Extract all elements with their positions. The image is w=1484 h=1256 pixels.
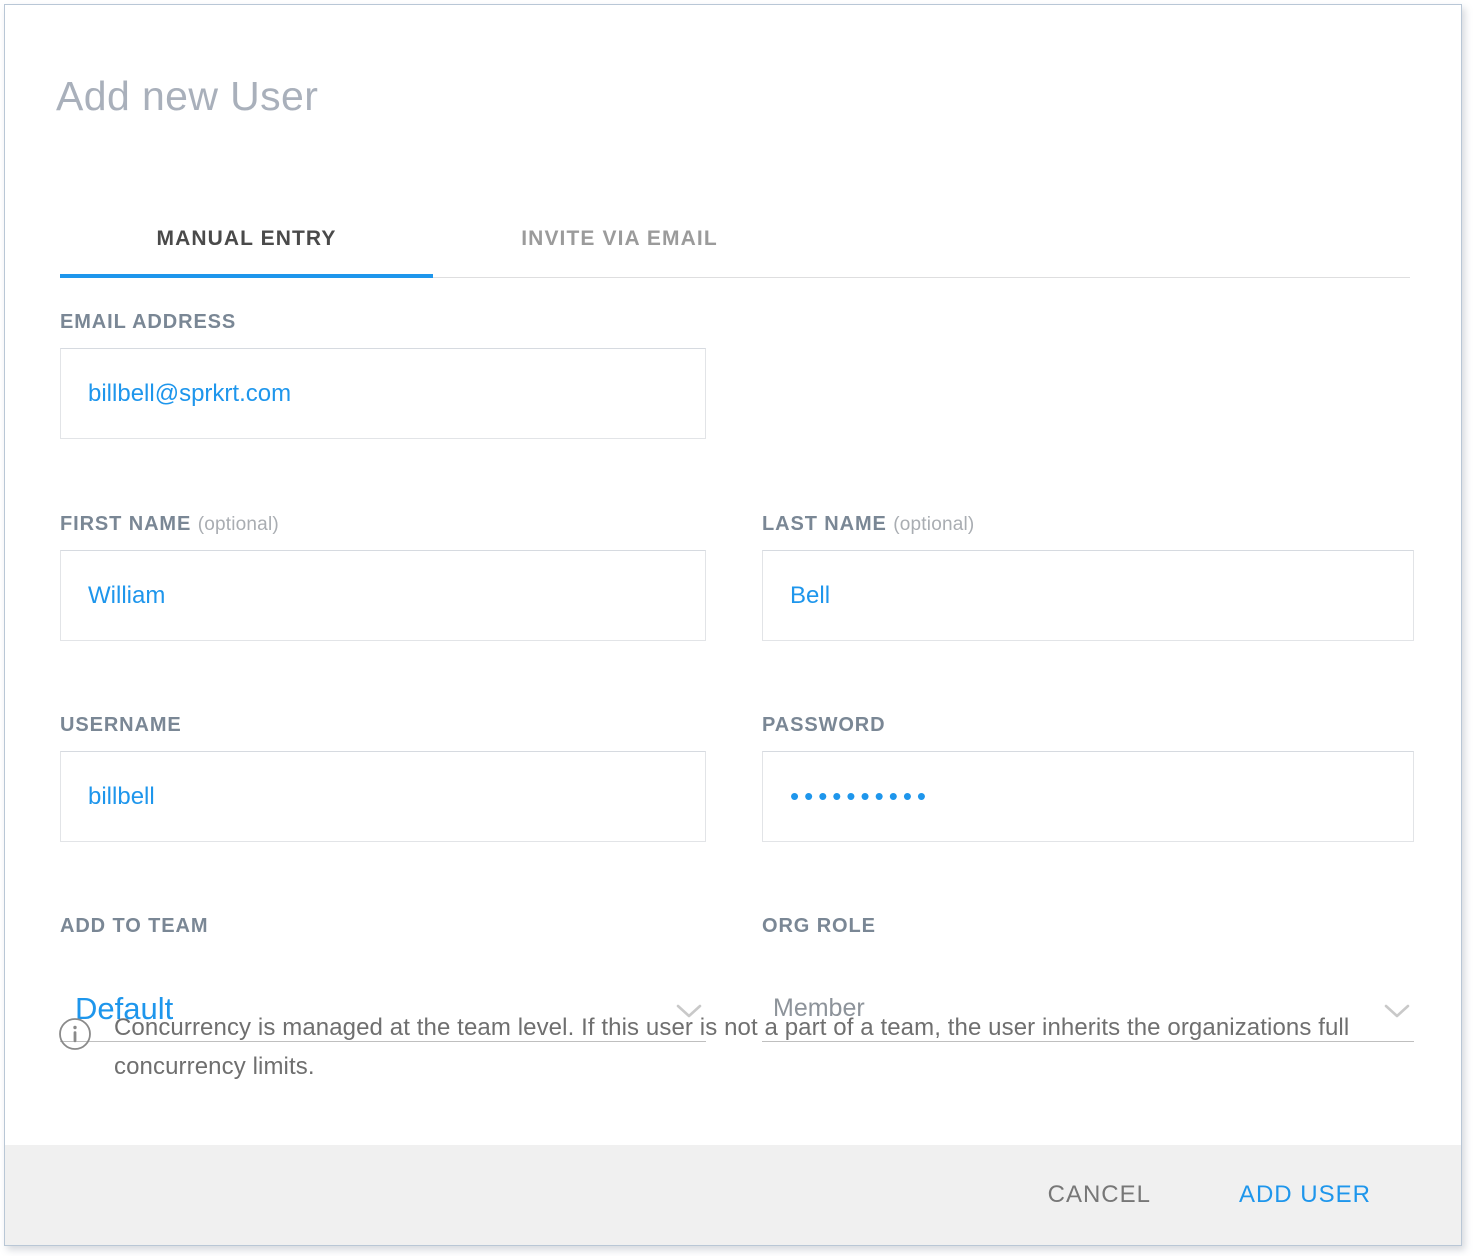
cancel-button[interactable]: CANCEL: [1042, 1171, 1157, 1219]
password-label: PASSWORD: [762, 714, 1414, 737]
last-name-field-group: LAST NAME (optional): [762, 513, 1414, 641]
spacer: [60, 439, 1414, 513]
tab-bar: MANUAL ENTRY INVITE VIA EMAIL: [60, 213, 1410, 281]
first-name-field-group: FIRST NAME (optional): [60, 513, 762, 641]
tab-invite-via-email[interactable]: INVITE VIA EMAIL: [433, 213, 806, 277]
email-input[interactable]: [60, 348, 706, 439]
username-input[interactable]: [60, 751, 706, 842]
spacer: [60, 842, 1414, 915]
last-name-label-text: LAST NAME: [762, 513, 887, 535]
name-row: FIRST NAME (optional) LAST NAME (optiona…: [60, 513, 1414, 641]
add-user-dialog: Add new User MANUAL ENTRY INVITE VIA EMA…: [4, 4, 1462, 1246]
password-input[interactable]: [762, 751, 1414, 842]
dialog-footer: CANCEL ADD USER: [5, 1145, 1461, 1245]
add-user-button[interactable]: ADD USER: [1233, 1171, 1377, 1219]
tab-manual-entry[interactable]: MANUAL ENTRY: [60, 213, 433, 277]
add-user-form: EMAIL ADDRESS FIRST NAME (optional) LAST…: [60, 311, 1414, 1042]
spacer: [60, 641, 1414, 714]
last-name-input[interactable]: [762, 550, 1414, 641]
username-label: USERNAME: [60, 714, 706, 737]
email-label: EMAIL ADDRESS: [60, 311, 706, 334]
email-field-group: EMAIL ADDRESS: [60, 311, 706, 439]
credentials-row: USERNAME PASSWORD: [60, 714, 1414, 842]
concurrency-info-text: Concurrency is managed at the team level…: [114, 1008, 1368, 1086]
email-row: EMAIL ADDRESS: [60, 311, 1414, 439]
dialog-body: Add new User MANUAL ENTRY INVITE VIA EMA…: [5, 5, 1461, 1145]
username-field-group: USERNAME: [60, 714, 762, 842]
chevron-down-icon: [1384, 1003, 1410, 1019]
add-to-team-label: ADD TO TEAM: [60, 915, 706, 938]
active-tab-indicator: [60, 274, 433, 278]
first-name-input[interactable]: [60, 550, 706, 641]
first-name-optional-tag: (optional): [198, 514, 279, 535]
last-name-optional-tag: (optional): [893, 514, 974, 535]
first-name-label: FIRST NAME (optional): [60, 513, 706, 536]
last-name-label: LAST NAME (optional): [762, 513, 1414, 536]
concurrency-info-note: Concurrency is managed at the team level…: [58, 1008, 1368, 1086]
password-field-group: PASSWORD: [762, 714, 1414, 842]
first-name-label-text: FIRST NAME: [60, 513, 191, 535]
page-title: Add new User: [56, 73, 318, 120]
info-circle-icon: [58, 1017, 92, 1051]
org-role-label: ORG ROLE: [762, 915, 1414, 938]
